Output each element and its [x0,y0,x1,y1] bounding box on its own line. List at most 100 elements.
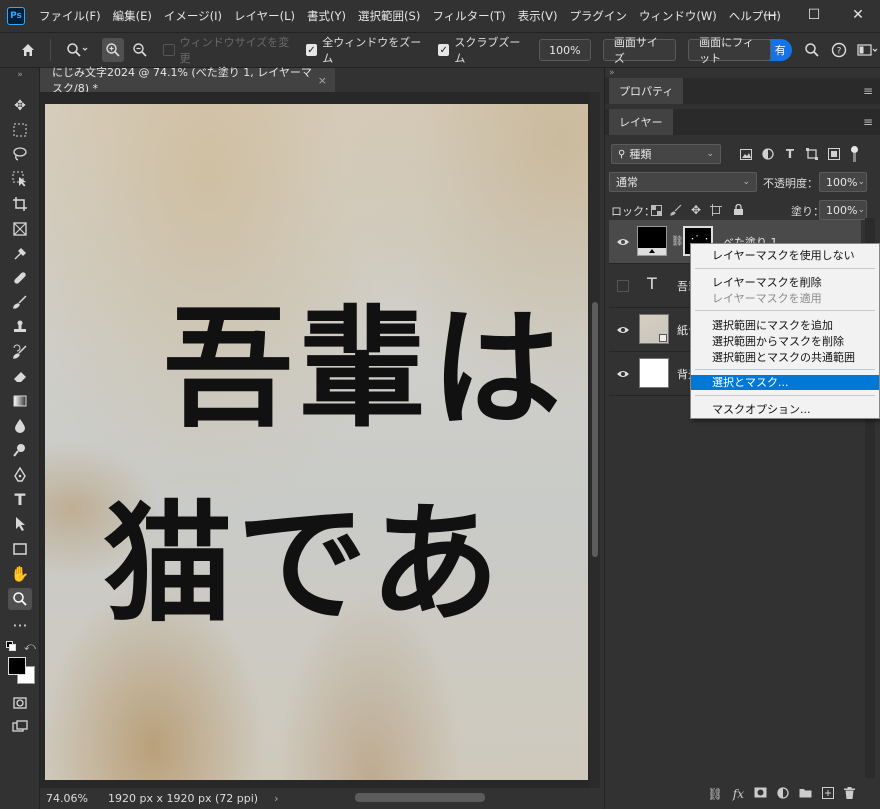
marquee-tool-icon[interactable] [8,119,32,141]
blend-mode-select[interactable]: 通常 ⌄ [609,172,757,192]
eye-icon[interactable] [615,234,631,250]
search-icon[interactable] [802,42,823,58]
menu-view[interactable]: 表示(V) [512,0,564,32]
menu-item-disable-layer-mask[interactable]: レイヤーマスクを使用しない [691,248,879,263]
history-brush-tool-icon[interactable] [8,341,32,363]
zoom-level[interactable]: 74.06% [46,792,96,805]
menu-file[interactable]: ファイル(F) [33,0,107,32]
help-icon[interactable]: ? [828,42,849,58]
default-colors-icon[interactable] [6,641,16,651]
horizontal-scrollbar-thumb[interactable] [355,793,485,802]
scrubby-zoom-checkbox[interactable]: ✓ スクラブズーム [437,34,527,66]
object-selection-tool-icon[interactable] [8,168,32,190]
eraser-tool-icon[interactable] [8,365,32,387]
eye-icon[interactable] [615,366,631,382]
collapse-chevron-icon[interactable]: » [609,68,615,78]
gradient-tool-icon[interactable] [8,390,32,412]
brush-tool-icon[interactable] [8,291,32,313]
filter-pixel-icon[interactable] [737,145,755,163]
filter-shape-icon[interactable] [803,145,821,163]
opacity-input[interactable]: 100% ⌄ [819,172,867,192]
menu-image[interactable]: イメージ(I) [158,0,228,32]
workspace-icon[interactable] [855,42,880,58]
blur-tool-icon[interactable] [8,415,32,437]
menu-edit[interactable]: 編集(E) [107,0,158,32]
document-tab[interactable]: にじみ文字2024 @ 74.1% (べた塗り 1, レイヤーマスク/8) * … [40,66,335,95]
menu-item-subtract-mask-from-selection[interactable]: 選択範囲からマスクを削除 [691,334,879,349]
eyedropper-tool-icon[interactable] [8,243,32,265]
hand-tool-icon[interactable]: ✋ [8,563,32,585]
eye-icon[interactable] [615,322,631,338]
menu-item-delete-layer-mask[interactable]: レイヤーマスクを削除 [691,275,879,290]
filter-type-icon[interactable]: T [781,145,799,163]
zoom-tool-icon[interactable] [59,42,93,58]
lock-image-pixels-icon[interactable] [667,201,685,219]
filter-toggle[interactable] [851,146,859,162]
filter-adjustment-icon[interactable] [759,145,777,163]
link-icon[interactable]: ⛓ [708,787,723,801]
rectangle-tool-icon[interactable] [8,538,32,560]
lock-position-icon[interactable]: ✥ [687,201,705,219]
lasso-tool-icon[interactable] [8,143,32,165]
lock-transparent-pixels-icon[interactable] [647,201,665,219]
collapse-chevron-icon[interactable]: » [8,70,32,80]
zoom-100-button[interactable]: 100% [538,39,591,61]
move-tool-icon[interactable]: ✥ [8,95,32,117]
visibility-toggle-empty[interactable] [615,278,631,294]
stamp-tool-icon[interactable] [8,316,32,338]
foreground-color-swatch[interactable] [8,657,26,675]
pen-tool-icon[interactable] [8,464,32,486]
menu-layer[interactable]: レイヤー(L) [228,0,301,32]
crop-tool-icon[interactable] [8,193,32,215]
canvas[interactable]: 吾輩は 猫であ [45,104,588,780]
share-button[interactable]: 有 [768,39,792,61]
filter-smart-object-icon[interactable] [825,145,843,163]
trash-icon[interactable] [844,786,855,802]
dodge-tool-icon[interactable] [8,439,32,461]
type-tool-icon[interactable]: T [8,488,32,510]
fit-screen-button[interactable]: 画面サイズ [602,36,677,65]
fx-icon[interactable]: fx [733,787,744,801]
vertical-scrollbar[interactable] [590,92,600,788]
layers-panel-menu-icon[interactable]: ≡ [863,115,873,129]
maximize-button[interactable]: ☐ [792,0,836,30]
layer-filter-select[interactable]: ⚲ 種類 ⌄ [611,144,721,164]
resize-windows-checkbox[interactable]: ウィンドウサイズを変更 [163,34,294,66]
close-tab-icon[interactable]: × [318,74,327,87]
swap-colors-icon[interactable]: ⤺ [24,640,36,654]
mask-icon[interactable] [754,787,767,801]
fill-input[interactable]: 100% ⌄ [819,200,867,220]
frame-tool-icon[interactable] [8,218,32,240]
zoom-in-icon[interactable] [101,38,125,62]
new-layer-icon[interactable] [822,786,834,802]
quick-mask-icon[interactable] [8,692,32,714]
zoom-out-icon[interactable] [128,38,151,62]
mask-link-icon[interactable]: ⛓ [671,236,684,247]
home-icon[interactable] [14,42,42,58]
tab-properties[interactable]: プロパティ [609,78,684,104]
menu-filter[interactable]: フィルター(T) [426,0,511,32]
status-menu-arrow-icon[interactable]: › [274,792,278,805]
lock-artboard-icon[interactable] [707,201,725,219]
menu-item-apply-layer-mask[interactable]: レイヤーマスクを適用 [691,291,879,306]
menu-type[interactable]: 書式(Y) [301,0,352,32]
more-tools-icon[interactable]: ··· [8,614,32,636]
properties-panel-menu-icon[interactable]: ≡ [863,84,873,98]
menu-item-mask-options[interactable]: マスクオプション... [691,402,879,417]
adjustment-icon[interactable] [777,786,789,802]
menu-plugins[interactable]: プラグイン [563,0,633,32]
path-selection-tool-icon[interactable] [8,513,32,535]
tab-layers[interactable]: レイヤー [609,109,673,135]
minimize-button[interactable]: — [748,0,792,30]
screen-mode-icon[interactable] [8,716,32,738]
zoom-all-windows-checkbox[interactable]: ✓ 全ウィンドウをズーム [305,34,426,66]
lock-all-icon[interactable] [729,201,747,219]
folder-icon[interactable] [799,787,812,801]
fill-screen-button[interactable]: 画面にフィット [688,36,771,65]
zoom-tool-icon[interactable] [8,588,32,610]
menu-item-select-and-mask[interactable]: 選択とマスク... [691,375,879,390]
scrollbar-thumb[interactable] [592,302,598,557]
healing-brush-tool-icon[interactable] [8,267,32,289]
close-button[interactable]: ✕ [836,0,880,30]
menu-item-intersect-mask-with-selection[interactable]: 選択範囲とマスクの共通範囲 [691,350,879,365]
